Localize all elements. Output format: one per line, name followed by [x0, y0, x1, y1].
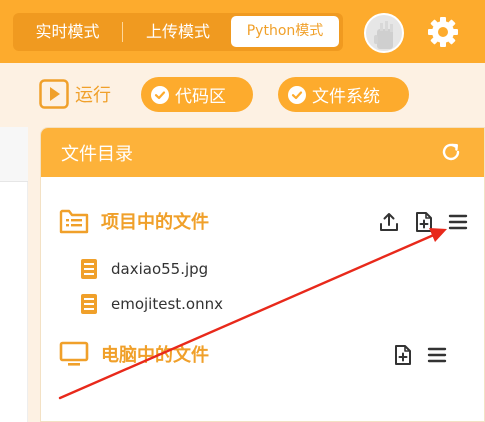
- file-text-icon: [81, 294, 97, 314]
- avatar[interactable]: [364, 13, 404, 53]
- computer-files-label: 电脑中的文件: [101, 345, 209, 366]
- new-file-icon[interactable]: [392, 344, 414, 366]
- mode-upload-button[interactable]: 上传模式: [123, 13, 233, 51]
- file-directory-header: 文件目录: [41, 128, 484, 177]
- new-file-icon[interactable]: [413, 211, 435, 233]
- mode-switcher: 实时模式 上传模式 Python模式: [13, 13, 343, 51]
- folder-list-icon: [59, 209, 89, 234]
- code-panel-header: [0, 127, 28, 182]
- refresh-icon[interactable]: [439, 140, 463, 164]
- mode-python-button[interactable]: Python模式: [231, 16, 339, 47]
- code-area-button[interactable]: 代码区: [141, 77, 253, 112]
- panel-title: 文件目录: [61, 144, 133, 165]
- menu-icon[interactable]: [447, 211, 469, 233]
- file-item[interactable]: emojitest.onnx: [81, 291, 223, 317]
- play-icon: [39, 79, 69, 109]
- upload-icon[interactable]: [378, 211, 400, 233]
- menu-icon[interactable]: [426, 344, 448, 366]
- project-files-label: 项目中的文件: [101, 212, 209, 233]
- gear-icon[interactable]: [425, 14, 461, 50]
- toolbar: 运行 代码区 文件系统: [0, 63, 485, 127]
- run-button[interactable]: 运行: [39, 78, 111, 110]
- file-system-label: 文件系统: [312, 87, 380, 107]
- check-circle-icon: [288, 85, 306, 104]
- check-circle-icon: [151, 85, 169, 104]
- code-area-label: 代码区: [175, 87, 226, 107]
- mode-realtime-button[interactable]: 实时模式: [13, 13, 122, 51]
- run-label: 运行: [75, 85, 111, 106]
- computer-files-section: 电脑中的文件: [59, 339, 209, 369]
- file-name: daxiao55.jpg: [111, 260, 209, 278]
- avatar-robot-icon: [374, 21, 393, 49]
- file-item[interactable]: daxiao55.jpg: [81, 256, 208, 282]
- code-panel: [0, 127, 28, 422]
- file-system-button[interactable]: 文件系统: [278, 77, 409, 112]
- file-name: emojitest.onnx: [111, 295, 223, 313]
- project-files-section: 项目中的文件: [59, 206, 209, 236]
- monitor-icon: [59, 341, 89, 366]
- top-bar: 实时模式 上传模式 Python模式: [0, 0, 485, 63]
- file-directory-panel: 文件目录 项目中的文件 daxiao55.jpg emojitest.onnx …: [40, 127, 485, 422]
- file-text-icon: [81, 259, 97, 279]
